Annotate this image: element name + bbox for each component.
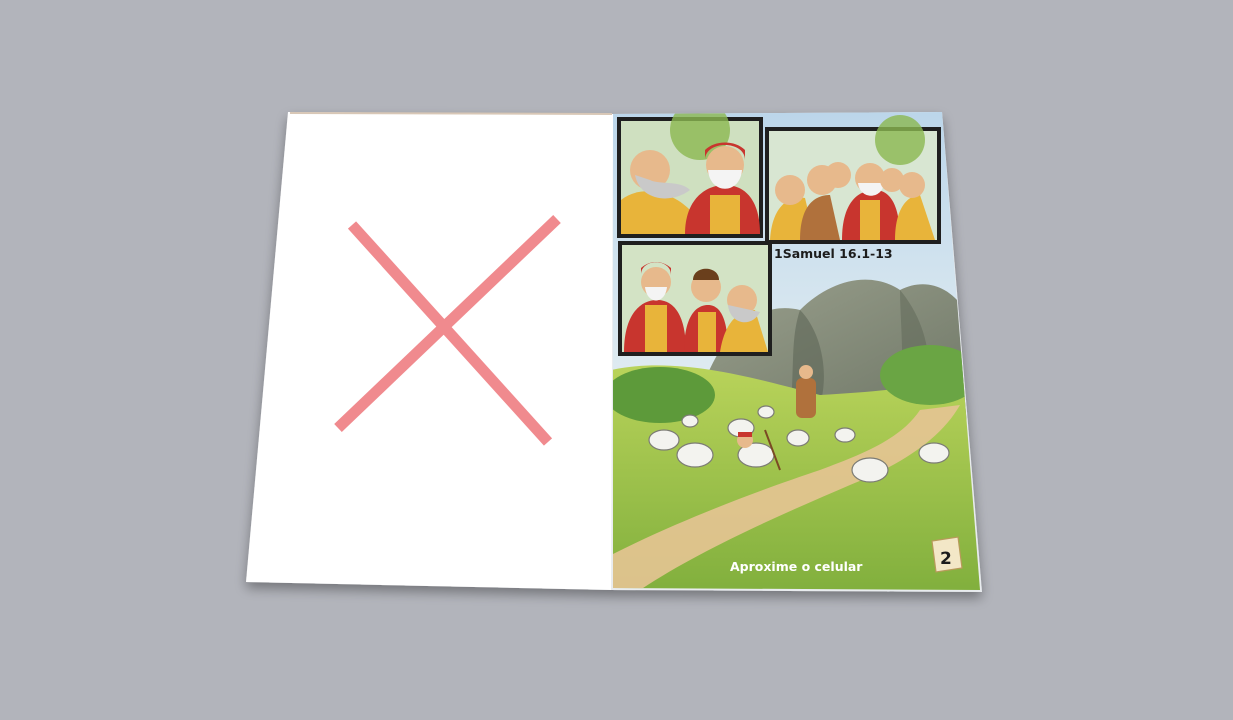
comic-panel-2 [765, 115, 941, 244]
page-number: 2 [940, 549, 952, 569]
left-page-top-edge [289, 112, 613, 115]
comic-panel-3 [618, 241, 772, 356]
sheep [918, 442, 950, 464]
bush-left [613, 367, 715, 423]
booklet-photo: 1Samuel 16.1-13 Aproxime o celular 2 [246, 112, 982, 592]
sheep [834, 427, 856, 443]
sheep [786, 429, 810, 447]
bible-reference: 1Samuel 16.1-13 [774, 246, 893, 261]
sheep [851, 457, 889, 483]
sheep [681, 414, 699, 428]
sheep [757, 405, 775, 419]
right-page-artwork [613, 112, 980, 590]
left-page-blank [246, 112, 613, 590]
sheep [676, 442, 714, 468]
scan-prompt: Aproxime o celular [730, 559, 863, 574]
sheep [648, 429, 680, 451]
comic-panel-1 [617, 112, 763, 238]
page-number-badge: 2 [931, 536, 963, 573]
